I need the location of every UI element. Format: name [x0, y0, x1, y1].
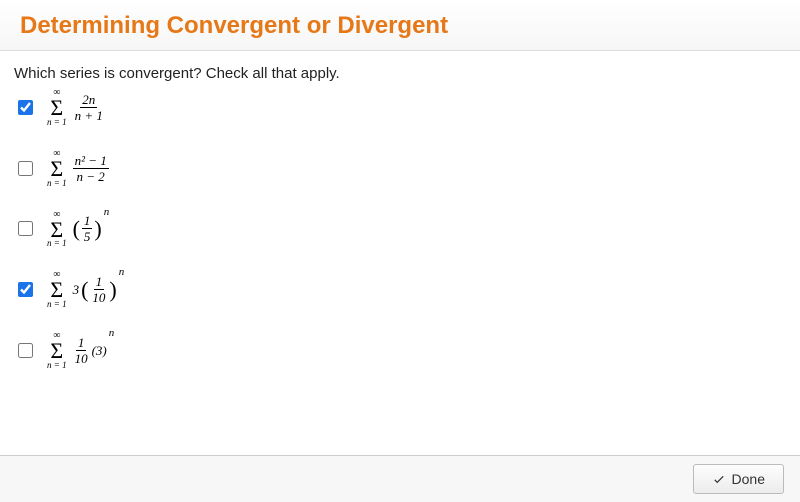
sigma-icon: Σ: [50, 98, 63, 118]
option-5-expression: ∞ Σ n = 1 1 10 (3) n: [47, 331, 114, 370]
done-button[interactable]: Done: [693, 464, 784, 494]
sigma-icon: Σ: [50, 220, 63, 240]
option-5-checkbox[interactable]: [18, 343, 33, 358]
option-5: ∞ Σ n = 1 1 10 (3) n: [14, 331, 786, 370]
option-1-checkbox[interactable]: [18, 100, 33, 115]
option-2: ∞ Σ n = 1 n² − 1 n − 2: [14, 149, 786, 188]
question-prompt: Which series is convergent? Check all th…: [0, 51, 800, 88]
options-list: ∞ Σ n = 1 2n n + 1 ∞ Σ n = 1 n² − 1 n − …: [0, 88, 800, 370]
option-4-expression: ∞ Σ n = 1 3 ( 1 10 ) n: [47, 270, 124, 309]
sigma-icon: Σ: [50, 280, 63, 300]
check-icon: [712, 472, 726, 486]
option-3: ∞ Σ n = 1 ( 1 5 ) n: [14, 210, 786, 249]
footer: Done: [0, 455, 800, 502]
option-4-checkbox[interactable]: [18, 282, 33, 297]
option-3-expression: ∞ Σ n = 1 ( 1 5 ) n: [47, 210, 109, 249]
sigma-icon: Σ: [50, 341, 63, 361]
option-2-checkbox[interactable]: [18, 161, 33, 176]
option-4: ∞ Σ n = 1 3 ( 1 10 ) n: [14, 270, 786, 309]
option-1: ∞ Σ n = 1 2n n + 1: [14, 88, 786, 127]
header: Determining Convergent or Divergent: [0, 0, 800, 51]
done-button-label: Done: [732, 471, 765, 487]
page-title: Determining Convergent or Divergent: [20, 12, 780, 40]
option-2-expression: ∞ Σ n = 1 n² − 1 n − 2: [47, 149, 109, 188]
sigma-icon: Σ: [50, 159, 63, 179]
option-1-expression: ∞ Σ n = 1 2n n + 1: [47, 88, 105, 127]
option-3-checkbox[interactable]: [18, 221, 33, 236]
